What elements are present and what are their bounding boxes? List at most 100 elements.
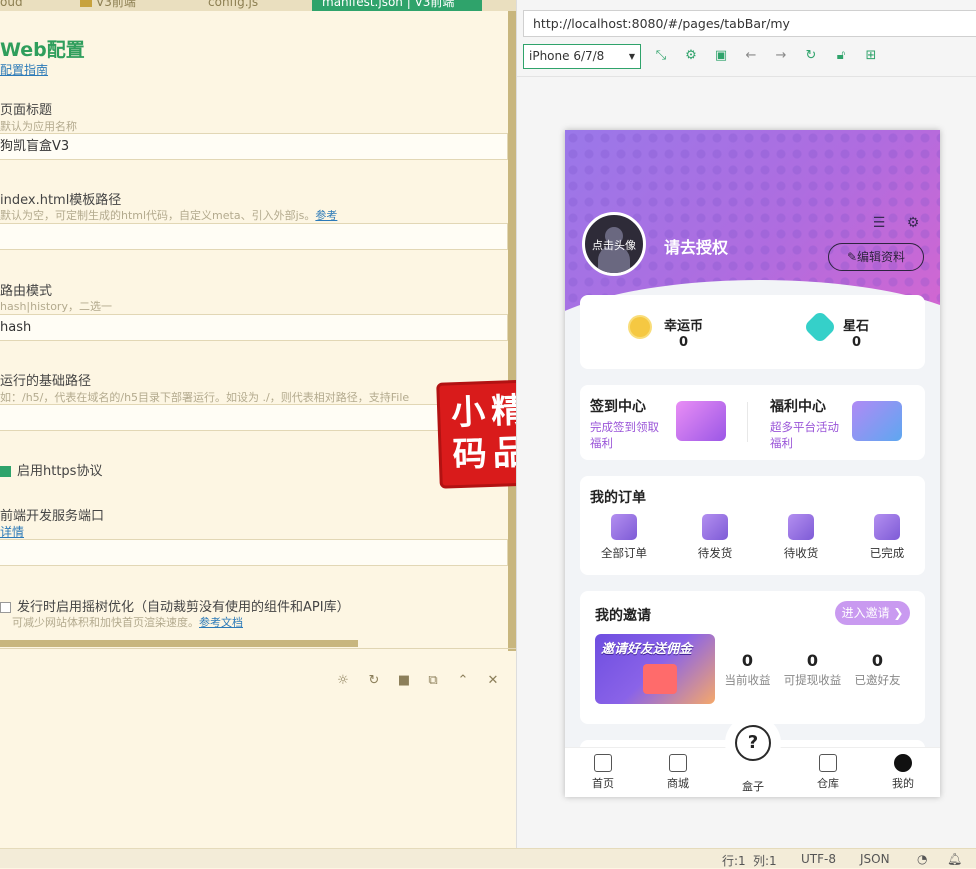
restart-icon[interactable]: ↻	[367, 674, 381, 688]
toolbar-divider	[517, 76, 976, 77]
star-stone-label: 星石	[843, 319, 870, 334]
warehouse-icon	[819, 754, 837, 772]
https-option[interactable]: 启用https协议	[0, 460, 102, 479]
mystery-box-icon[interactable]: ?	[735, 725, 771, 761]
forward-icon[interactable]: →	[773, 48, 789, 64]
star-stone-value: 0	[852, 335, 862, 350]
shop-bag-icon	[669, 754, 687, 772]
sync-icon[interactable]: ◔	[917, 852, 927, 866]
page-title-label: 页面标题	[0, 103, 53, 118]
invite-banner-text: 邀请好友送佣金	[601, 642, 693, 657]
dev-port-details-link[interactable]: 详情	[0, 523, 24, 540]
horizontal-scrollbar[interactable]	[0, 640, 358, 647]
folder-icon	[80, 0, 92, 7]
avatar[interactable]: 点击头像	[582, 212, 646, 276]
stat-withdrawable: 0 可提现收益	[783, 651, 842, 687]
bell-icon[interactable]: 🔔︎	[947, 852, 962, 866]
tab-home[interactable]: 首页	[583, 754, 623, 791]
welfare-title: 福利中心	[770, 399, 826, 415]
status-bar: 行:1 列:1 UTF-8 JSON ◔ 🔔︎	[0, 848, 976, 868]
tab-v3-frontend[interactable]: V3前端	[80, 0, 136, 11]
enter-invite-button[interactable]: 进入邀请 ❯	[835, 601, 910, 625]
treasure-box-icon	[852, 401, 902, 441]
chevron-down-icon: ▼	[628, 52, 635, 61]
tab-manifest-json[interactable]: manifest.json | V3前端	[312, 0, 482, 11]
cursor-column: 列:1	[753, 854, 777, 868]
orders-title: 我的订单	[590, 490, 646, 506]
pending-receive-icon	[788, 514, 814, 540]
collapse-up-icon[interactable]: ⌃	[456, 674, 470, 688]
treeshake-docs-link[interactable]: 参考文档	[199, 616, 243, 629]
order-pending-receive[interactable]: 待收货	[771, 514, 831, 561]
welfare-subtitle: 超多平台活动福利	[770, 420, 839, 450]
activity-card: 签到中心 完成签到领取福利 福利中心 超多平台活动福利	[580, 385, 925, 460]
router-mode-hint: hash|history，二选一	[0, 300, 112, 313]
username[interactable]: 请去授权	[664, 234, 728, 258]
tab-oud[interactable]: oud	[0, 0, 23, 11]
pending-ship-icon	[702, 514, 728, 540]
browser-preview: http://localhost:8080/#/pages/tabBar/my …	[516, 0, 976, 848]
page-title-input[interactable]: 狗凯盲盒V3	[0, 133, 508, 160]
refresh-icon[interactable]: ↻	[803, 48, 819, 64]
clear-icon[interactable]: ✕	[486, 674, 500, 688]
edit-icon: ✎	[846, 250, 858, 264]
editor-tabs: oud V3前端 config.js manifest.json | V3前端	[0, 0, 516, 11]
lucky-coin-icon	[628, 315, 652, 339]
template-path-input[interactable]	[0, 223, 508, 250]
tab-config-js[interactable]: config.js	[208, 0, 258, 11]
stat-invited-friends: 0 已邀好友	[854, 651, 901, 687]
home-icon	[594, 754, 612, 772]
tab-mine[interactable]: 我的	[883, 754, 923, 791]
order-completed[interactable]: 已完成	[857, 514, 917, 561]
section-title: Web配置	[0, 39, 85, 61]
profile-icon	[894, 754, 912, 772]
dev-port-input[interactable]	[0, 539, 508, 566]
completed-icon	[874, 514, 900, 540]
lock-icon[interactable]: 🔓︎	[833, 48, 849, 64]
tab-warehouse[interactable]: 仓库	[808, 754, 848, 791]
template-reference-link[interactable]: 参考	[315, 209, 337, 222]
orders-card: 我的订单 全部订单 待发货 待收货 已完成	[580, 476, 925, 575]
back-icon[interactable]: ←	[743, 48, 759, 64]
rotate-icon[interactable]: ⤡	[653, 48, 669, 64]
tab-mall[interactable]: 商城	[658, 754, 698, 791]
seal-char: 小	[450, 392, 486, 434]
base-path-input[interactable]	[0, 404, 508, 431]
signin-subtitle: 完成签到领取福利	[590, 420, 659, 450]
base-path-label: 运行的基础路径	[0, 374, 92, 389]
stat-current-earnings: 0 当前收益	[724, 651, 771, 687]
base-path-hint: 如：/h5/，代表在域名的/h5目录下部署运行。如设为 ./，则代表相对路径，支…	[0, 391, 410, 404]
encoding[interactable]: UTF-8	[801, 852, 836, 866]
settings-gear-icon[interactable]: ⚙	[904, 214, 922, 232]
router-mode-input[interactable]: hash	[0, 314, 508, 341]
language-mode[interactable]: JSON	[860, 852, 890, 866]
qrcode-icon[interactable]: ⊞	[863, 48, 879, 64]
avatar-hint: 点击头像	[592, 239, 636, 252]
gift-box-icon	[676, 401, 726, 441]
template-path-label: index.html模板路径	[0, 193, 122, 208]
treeshake-checkbox[interactable]	[0, 602, 11, 613]
lucky-coin-value: 0	[679, 335, 689, 350]
https-checkbox[interactable]	[0, 466, 11, 477]
order-pending-ship[interactable]: 待发货	[685, 514, 745, 561]
bug-icon[interactable]: ☼	[336, 674, 350, 688]
template-path-hint: 默认为空，可定制生成的html代码，自定义meta、引入外部js。参考	[0, 209, 338, 222]
treeshake-option[interactable]: 发行时启用摇树优化（自动裁剪没有使用的组件和API库）	[0, 596, 350, 615]
guide-link[interactable]: 配置指南	[0, 61, 48, 78]
url-bar[interactable]: http://localhost:8080/#/pages/tabBar/my	[523, 10, 976, 37]
console-icon[interactable]: ▣	[713, 48, 729, 64]
export-icon[interactable]: ⧉	[426, 674, 440, 688]
edit-profile-button[interactable]: ✎编辑资料	[828, 243, 924, 271]
page-title-hint: 默认为应用名称	[0, 120, 77, 133]
tab-box[interactable]: 盒子	[733, 775, 773, 794]
stop-icon[interactable]: ■	[397, 674, 411, 688]
settings-icon[interactable]: ⚙	[683, 48, 699, 64]
device-select[interactable]: iPhone 6/7/8 ▼	[523, 44, 641, 69]
invite-banner[interactable]: 邀请好友送佣金	[595, 634, 715, 704]
cursor-line: 行:1	[722, 854, 746, 868]
vertical-scrollbar[interactable]	[508, 11, 516, 651]
lucky-coin-label: 幸运币	[664, 319, 704, 334]
order-all[interactable]: 全部订单	[594, 514, 654, 561]
message-icon[interactable]: ☰	[870, 214, 888, 232]
console-panel: ☼ ↻ ■ ⧉ ⌃ ✕	[0, 648, 516, 848]
